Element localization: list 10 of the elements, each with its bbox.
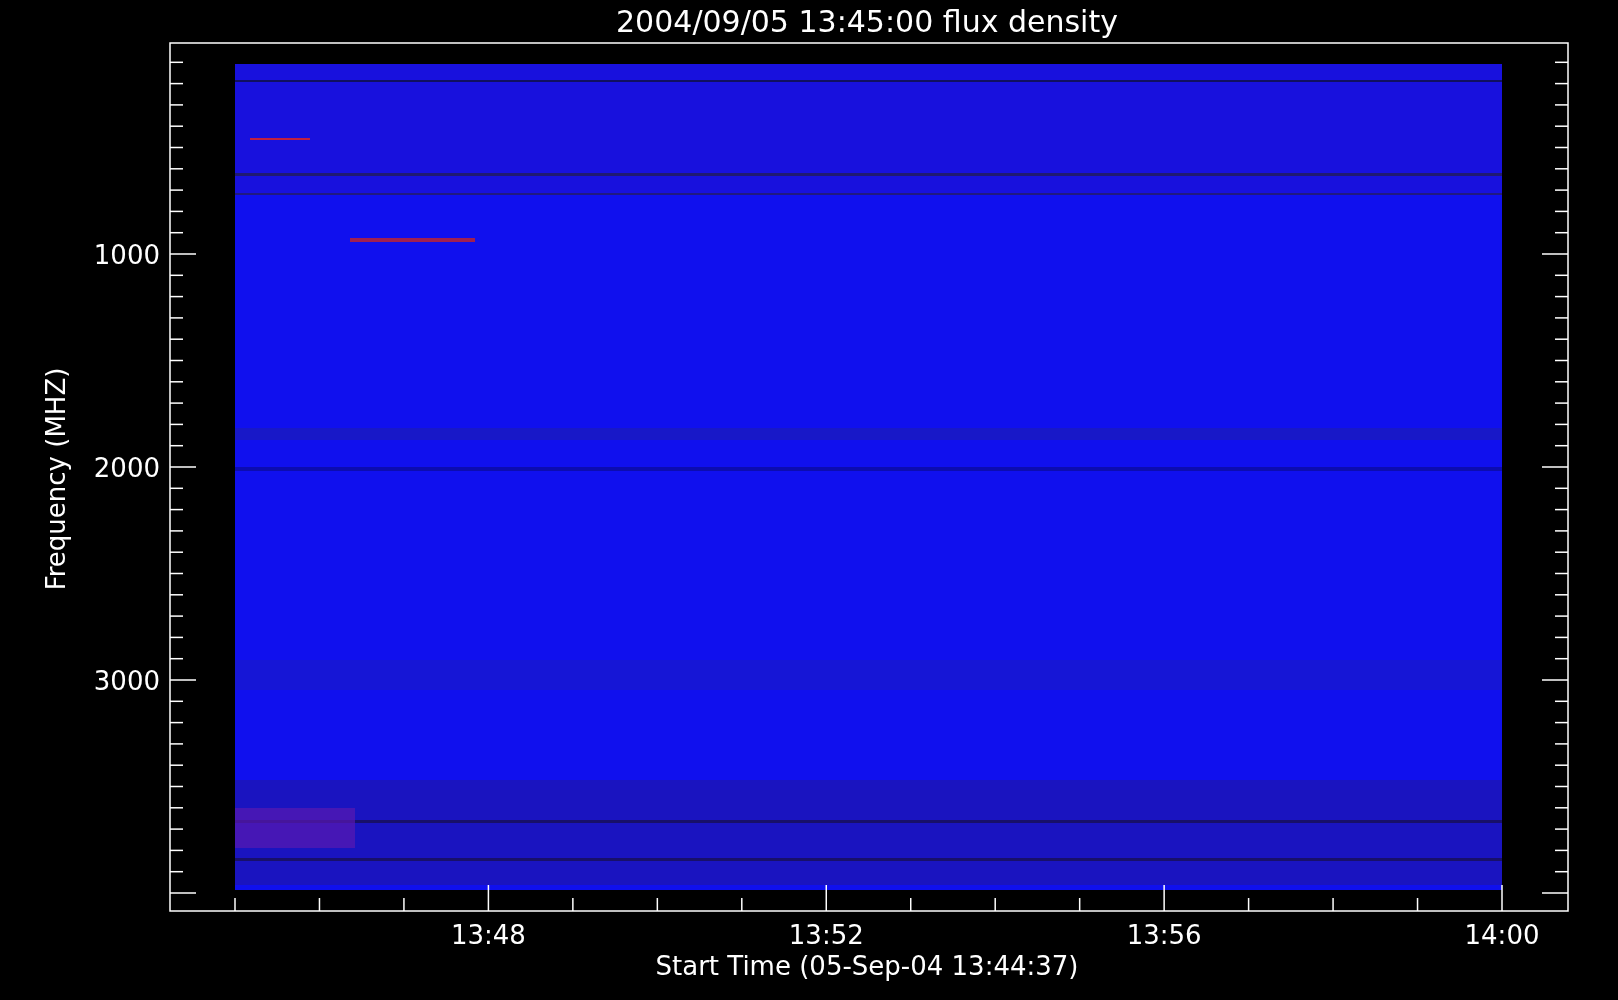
tick-label: 14:00 [1464, 920, 1540, 950]
tick-label: 13:52 [788, 920, 864, 950]
tick-label: 1000 [93, 240, 160, 270]
chart-title: 2004/09/05 13:45:00 flux density [616, 4, 1118, 39]
axis-title: Start Time (05-Sep-04 13:44:37) [655, 951, 1079, 981]
tick-label: 3000 [93, 666, 160, 696]
tick-label: 13:56 [1126, 920, 1202, 950]
axis-title: Frequency (MHZ) [41, 367, 71, 591]
tick-label: 13:48 [450, 920, 526, 950]
tick-label: 2000 [93, 453, 160, 483]
